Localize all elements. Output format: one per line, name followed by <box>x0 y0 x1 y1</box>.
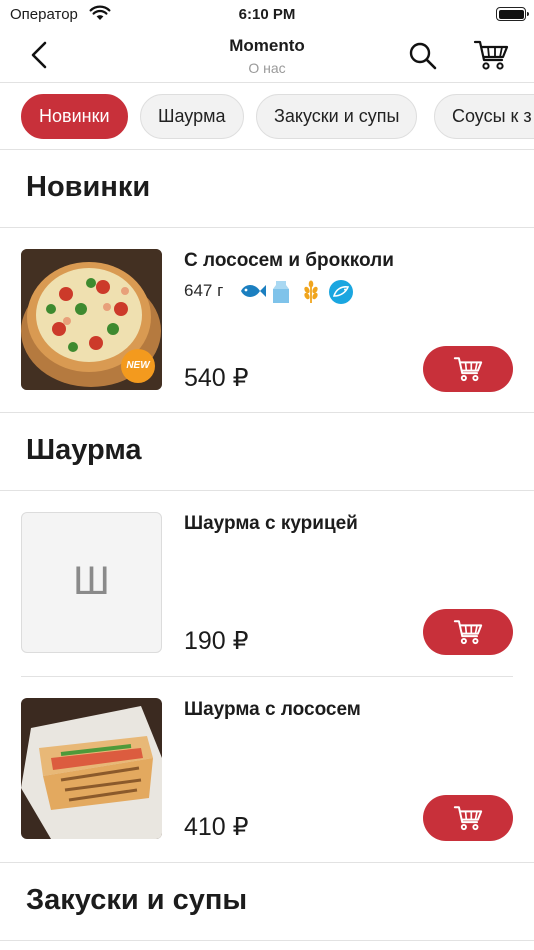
add-to-cart-button[interactable] <box>423 346 513 392</box>
section-header-snacks: Закуски и супы <box>0 863 534 941</box>
product-image-placeholder: Ш <box>21 512 162 653</box>
section-header-shawarma: Шаурма <box>0 413 534 491</box>
page-title: Momento <box>229 36 305 55</box>
status-bar: Оператор 6:10 PM <box>0 0 534 30</box>
add-to-cart-button[interactable] <box>423 609 513 655</box>
status-time: 6:10 PM <box>238 6 296 23</box>
tab-snacks-soups[interactable]: Закуски и супы <box>256 94 418 139</box>
cart-icon <box>453 806 483 831</box>
cart-icon <box>473 40 509 70</box>
product-price: 190 ₽ <box>184 627 249 655</box>
search-icon <box>409 42 437 70</box>
new-badge: NEW <box>121 349 155 383</box>
section-title: Закуски и супы <box>26 884 248 916</box>
add-to-cart-button[interactable] <box>423 795 513 841</box>
navigation-bar: Momento О нас <box>0 30 534 83</box>
seafood-icon <box>328 280 354 309</box>
wheat-icon <box>301 280 321 309</box>
placeholder-letter: Ш <box>73 559 110 603</box>
cart-icon <box>453 357 483 382</box>
product-card[interactable]: Ш Шаурма с курицей 190 ₽ <box>0 491 534 677</box>
battery-icon <box>496 7 529 21</box>
tab-shawarma[interactable]: Шаурма <box>140 94 244 139</box>
milk-icon <box>271 280 291 309</box>
product-card[interactable]: Шаурма с лососем 410 ₽ <box>0 677 534 863</box>
about-link[interactable]: О нас <box>0 60 534 76</box>
product-price: 410 ₽ <box>184 813 249 841</box>
product-name: Шаурма с лососем <box>184 699 361 720</box>
tab-sauces[interactable]: Соусы к з <box>434 94 534 139</box>
product-image-shawarma <box>21 698 162 839</box>
section-title: Шаурма <box>26 434 142 466</box>
product-card[interactable]: NEW С лососем и брокколи 647 г 540 ₽ <box>0 228 534 414</box>
section-header-new: Новинки <box>0 150 534 228</box>
section-title: Новинки <box>26 171 151 203</box>
fish-icon <box>239 280 267 307</box>
product-name: Шаурма с курицей <box>184 513 358 534</box>
tab-new[interactable]: Новинки <box>21 94 128 139</box>
category-tabs: Новинки Шаурма Закуски и супы Соусы к з <box>0 83 534 150</box>
cart-icon <box>453 620 483 645</box>
search-button[interactable] <box>407 40 439 72</box>
product-name: С лососем и брокколи <box>184 250 394 271</box>
product-weight: 647 г <box>184 281 224 300</box>
product-image-pizza: NEW <box>21 249 162 390</box>
product-price: 540 ₽ <box>184 364 249 392</box>
cart-button[interactable] <box>473 38 509 72</box>
